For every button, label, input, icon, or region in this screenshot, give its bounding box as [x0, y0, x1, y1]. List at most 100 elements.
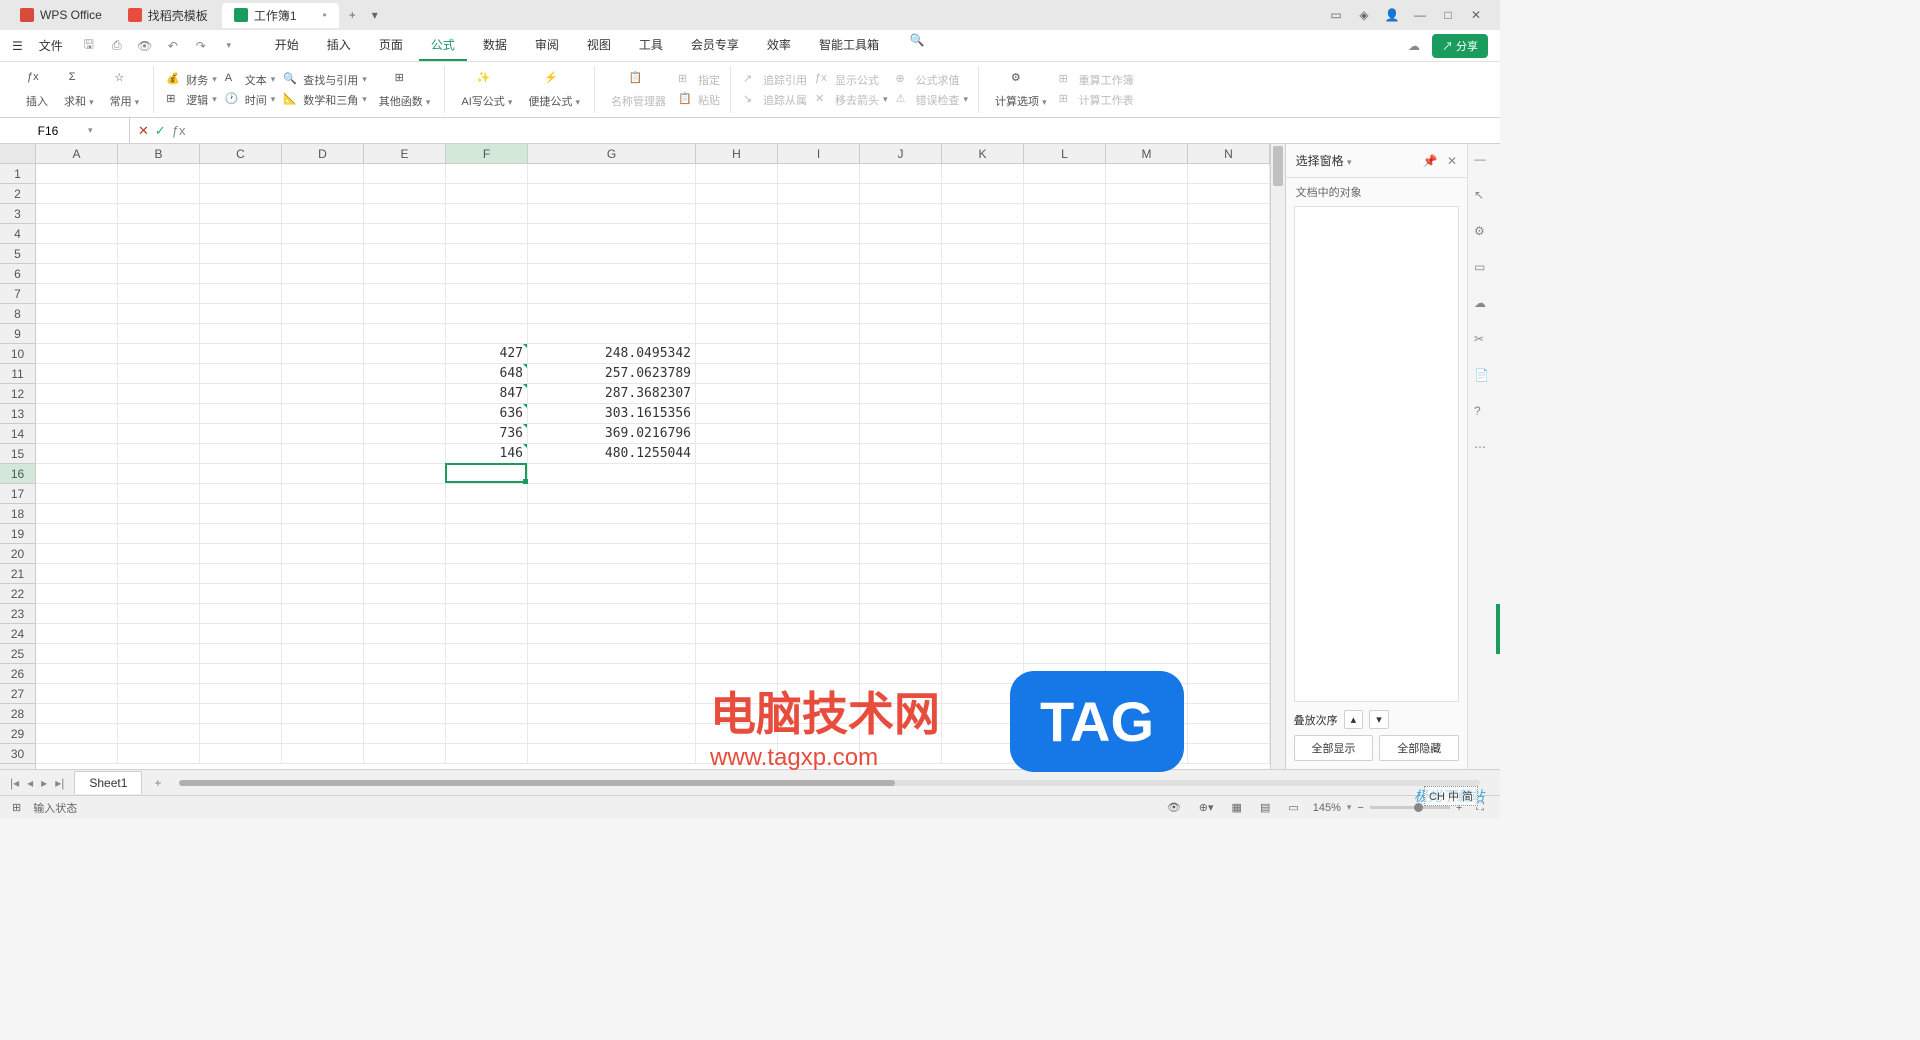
- paste-name-button[interactable]: 📋粘贴: [678, 92, 720, 108]
- cell-L26[interactable]: [1024, 664, 1106, 684]
- row-header-7[interactable]: 7: [0, 284, 35, 304]
- text-button[interactable]: A文本▾: [225, 72, 276, 88]
- cell-J6[interactable]: [860, 264, 942, 284]
- cell-J30[interactable]: [860, 744, 942, 764]
- cell-D27[interactable]: [282, 684, 364, 704]
- vertical-scrollbar[interactable]: [1270, 144, 1285, 769]
- cell-H3[interactable]: [696, 204, 778, 224]
- cell-N26[interactable]: [1188, 664, 1270, 684]
- row-header-1[interactable]: 1: [0, 164, 35, 184]
- cell-A5[interactable]: [36, 244, 118, 264]
- cell-F20[interactable]: [446, 544, 528, 564]
- cell-C16[interactable]: [200, 464, 282, 484]
- cell-J15[interactable]: [860, 444, 942, 464]
- cell-F8[interactable]: [446, 304, 528, 324]
- cell-M2[interactable]: [1106, 184, 1188, 204]
- autosum-button[interactable]: Σ求和 ▾: [60, 69, 98, 111]
- cell-K30[interactable]: [942, 744, 1024, 764]
- row-header-26[interactable]: 26: [0, 664, 35, 684]
- cell-F21[interactable]: [446, 564, 528, 584]
- cell-I29[interactable]: [778, 724, 860, 744]
- cell-F23[interactable]: [446, 604, 528, 624]
- cell-N14[interactable]: [1188, 424, 1270, 444]
- cell-A2[interactable]: [36, 184, 118, 204]
- cell-G26[interactable]: [528, 664, 696, 684]
- cell-E10[interactable]: [364, 344, 446, 364]
- cell-J25[interactable]: [860, 644, 942, 664]
- remove-arrows-button[interactable]: ✕移去箭头▾: [815, 92, 888, 108]
- cell-C15[interactable]: [200, 444, 282, 464]
- cell-A15[interactable]: [36, 444, 118, 464]
- cell-F27[interactable]: [446, 684, 528, 704]
- recalc-worksheet-button[interactable]: ⊞计算工作表: [1059, 92, 1134, 108]
- cell-J11[interactable]: [860, 364, 942, 384]
- cell-F19[interactable]: [446, 524, 528, 544]
- cell-B17[interactable]: [118, 484, 200, 504]
- cell-F13[interactable]: 636: [446, 404, 528, 424]
- column-header-F[interactable]: F: [446, 144, 528, 163]
- cell-A27[interactable]: [36, 684, 118, 704]
- prev-sheet-button[interactable]: ◂: [25, 774, 35, 792]
- sheet-tab-sheet1[interactable]: Sheet1: [74, 771, 142, 794]
- cell-F29[interactable]: [446, 724, 528, 744]
- cell-I21[interactable]: [778, 564, 860, 584]
- cell-N30[interactable]: [1188, 744, 1270, 764]
- cell-N12[interactable]: [1188, 384, 1270, 404]
- cell-H18[interactable]: [696, 504, 778, 524]
- cell-L18[interactable]: [1024, 504, 1106, 524]
- cell-E25[interactable]: [364, 644, 446, 664]
- cell-N9[interactable]: [1188, 324, 1270, 344]
- cell-A14[interactable]: [36, 424, 118, 444]
- cell-C21[interactable]: [200, 564, 282, 584]
- insert-function-button[interactable]: ƒx插入: [22, 69, 52, 111]
- cell-L23[interactable]: [1024, 604, 1106, 624]
- column-header-K[interactable]: K: [942, 144, 1024, 163]
- cell-E7[interactable]: [364, 284, 446, 304]
- cell-A10[interactable]: [36, 344, 118, 364]
- cell-N7[interactable]: [1188, 284, 1270, 304]
- cell-N23[interactable]: [1188, 604, 1270, 624]
- cell-E6[interactable]: [364, 264, 446, 284]
- column-header-L[interactable]: L: [1024, 144, 1106, 163]
- cell-A13[interactable]: [36, 404, 118, 424]
- cell-I5[interactable]: [778, 244, 860, 264]
- cell-L4[interactable]: [1024, 224, 1106, 244]
- cell-D18[interactable]: [282, 504, 364, 524]
- cell-F9[interactable]: [446, 324, 528, 344]
- cell-H26[interactable]: [696, 664, 778, 684]
- tab-data[interactable]: 数据: [471, 30, 519, 61]
- cell-A28[interactable]: [36, 704, 118, 724]
- cell-D2[interactable]: [282, 184, 364, 204]
- row-header-9[interactable]: 9: [0, 324, 35, 344]
- cell-D1[interactable]: [282, 164, 364, 184]
- tab-page[interactable]: 页面: [367, 30, 415, 61]
- cell-K7[interactable]: [942, 284, 1024, 304]
- cell-L21[interactable]: [1024, 564, 1106, 584]
- column-header-C[interactable]: C: [200, 144, 282, 163]
- cell-E18[interactable]: [364, 504, 446, 524]
- cell-B2[interactable]: [118, 184, 200, 204]
- cell-N18[interactable]: [1188, 504, 1270, 524]
- cell-C29[interactable]: [200, 724, 282, 744]
- cell-J14[interactable]: [860, 424, 942, 444]
- cell-F12[interactable]: 847: [446, 384, 528, 404]
- cell-M11[interactable]: [1106, 364, 1188, 384]
- cell-N29[interactable]: [1188, 724, 1270, 744]
- cell-D6[interactable]: [282, 264, 364, 284]
- cell-A25[interactable]: [36, 644, 118, 664]
- cell-L19[interactable]: [1024, 524, 1106, 544]
- cell-B22[interactable]: [118, 584, 200, 604]
- fx-icon[interactable]: ƒx: [172, 123, 186, 138]
- cell-J13[interactable]: [860, 404, 942, 424]
- cell-A23[interactable]: [36, 604, 118, 624]
- cell-A17[interactable]: [36, 484, 118, 504]
- collapse-icon[interactable]: —: [1474, 152, 1494, 172]
- cell-J19[interactable]: [860, 524, 942, 544]
- cell-K1[interactable]: [942, 164, 1024, 184]
- cell-I23[interactable]: [778, 604, 860, 624]
- cell-A4[interactable]: [36, 224, 118, 244]
- cell-B24[interactable]: [118, 624, 200, 644]
- name-manager-button[interactable]: 📋名称管理器: [607, 69, 670, 111]
- cell-J3[interactable]: [860, 204, 942, 224]
- cell-M15[interactable]: [1106, 444, 1188, 464]
